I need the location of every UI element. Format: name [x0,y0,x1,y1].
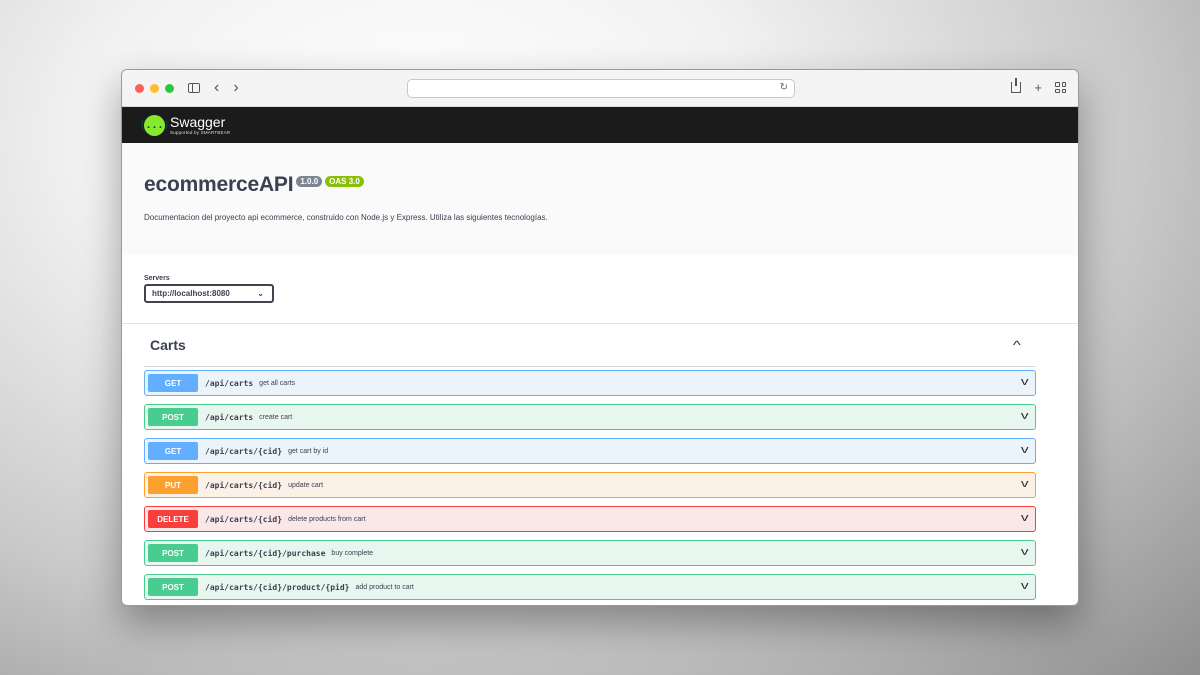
chevron-down-icon[interactable]: v [1020,512,1028,524]
oas-badge: OAS 3.0 [325,176,364,187]
tab-overview-icon[interactable] [1055,82,1066,93]
tag-title: Carts [150,337,186,353]
address-bar[interactable]: ↻ [407,79,795,98]
method-badge: PUT [148,476,198,494]
chevron-down-icon[interactable]: v [1020,478,1028,490]
operation-summary: delete products from cart [288,515,366,523]
chevron-down-icon[interactable]: v [1020,410,1028,422]
servers-selected-value: http://localhost:8080 [152,289,230,298]
tag-section-carts: Carts ^ GET/api/carts get all carts v POST /… [122,324,1078,600]
operation-summary: update cart [288,481,324,489]
swagger-logo-name: Swagger [170,113,226,130]
browser-window: ‹ › ↻ + {...} Swagger Supported by SMART… [121,69,1079,606]
version-badge: 1.0.0 [296,176,323,187]
tag-header[interactable]: Carts ^ [144,324,1036,367]
operation-row[interactable]: PUT/api/carts/{cid} update cart v [144,472,1036,498]
operation-path: /api/carts/{cid} [205,480,283,490]
forward-icon[interactable]: › [233,80,238,96]
chevron-down-icon[interactable]: v [1020,376,1028,388]
operation-path: /api/carts/{cid} [205,514,283,524]
servers-section: Servers http://localhost:8080 ⌄ [122,255,1078,324]
operation-summary: add product to cart [355,583,414,591]
chevron-down-icon: ⌄ [257,289,264,298]
operation-path: /api/carts [205,378,254,388]
browser-toolbar: ‹ › ↻ + [122,70,1078,107]
method-badge: POST [148,408,198,426]
sidebar-toggle-icon[interactable] [188,83,200,93]
window-controls [135,83,174,93]
method-badge: GET [148,442,198,460]
api-info: ecommerceAPI 1.0.0 OAS 3.0 Documentacion… [122,143,1078,255]
operation-row[interactable]: DELETE/api/carts/{cid} delete products fr… [144,506,1036,532]
method-badge: DELETE [148,510,198,528]
operation-summary: create cart [259,413,293,421]
maximize-window-button[interactable] [165,83,174,93]
share-icon[interactable] [1011,78,1022,93]
api-description: Documentacion del proyecto api ecommerce… [144,213,548,222]
minimize-window-button[interactable] [150,83,159,93]
operation-path: /api/carts/{cid}/purchase [205,548,326,558]
swagger-topbar: {...} Swagger Supported by SMARTBEAR [122,107,1078,143]
operation-row[interactable]: POST/api/carts create cart v [144,404,1036,430]
operation-path: /api/carts [205,412,254,422]
reload-icon[interactable]: ↻ [780,82,788,93]
operation-row[interactable]: POST/api/carts/{cid}/product/{pid} add pr… [144,574,1036,600]
operation-summary: get all carts [259,379,295,387]
operations-list: GET/api/carts get all carts v POST/api/cart… [144,370,1036,600]
method-badge: GET [148,374,198,392]
swagger-logo-sub: Supported by SMARTBEAR [170,129,231,135]
api-title: ecommerceAPI [144,173,294,196]
operation-row[interactable]: GET/api/carts/{cid} get cart by id v [144,438,1036,464]
chevron-down-icon[interactable]: v [1020,444,1028,456]
method-badge: POST [148,544,198,562]
method-badge: POST [148,578,198,596]
chevron-down-icon[interactable]: v [1020,546,1028,558]
close-window-button[interactable] [135,83,144,93]
operation-summary: get cart by id [288,447,329,455]
operation-row[interactable]: GET/api/carts get all carts v [144,370,1036,396]
chevron-up-icon[interactable]: ^ [1013,338,1021,352]
operation-row[interactable]: POST/api/carts/{cid}/purchase buy complet… [144,540,1036,566]
operation-path: /api/carts/{cid} [205,446,283,456]
swagger-logo-icon[interactable]: {...} [139,114,170,136]
servers-select[interactable]: http://localhost:8080 ⌄ [144,284,274,303]
chevron-down-icon[interactable]: v [1020,580,1028,592]
operation-summary: buy complete [331,549,374,557]
servers-label: Servers [144,275,170,282]
new-tab-icon[interactable]: + [1034,80,1042,95]
operation-path: /api/carts/{cid}/product/{pid} [205,582,350,592]
back-icon[interactable]: ‹ [214,80,219,96]
